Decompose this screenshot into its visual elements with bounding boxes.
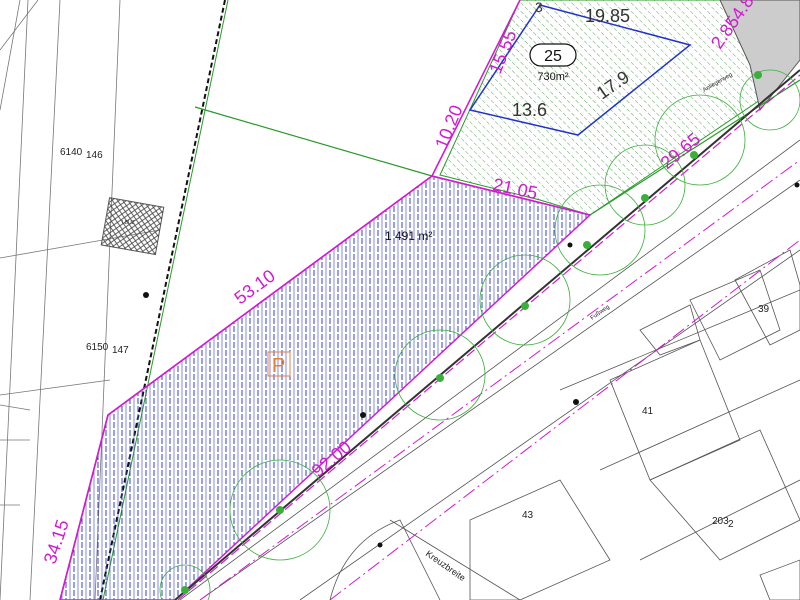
parcel-6140: 6140: [60, 147, 83, 158]
parking-area-value: 1 491 m²: [385, 229, 432, 243]
parcel-203: 203: [712, 516, 729, 527]
footpath-label: Fußweg: [590, 304, 611, 321]
plot-dim-3: 3: [535, 0, 543, 15]
house-41: 41: [642, 406, 654, 417]
parcel-6150-sub: 147: [112, 345, 129, 356]
hatched-structure: [100, 197, 165, 256]
cadastral-map[interactable]: LBUZ P 25 730m² 19.85 17.9 13.6 3 1 491 …: [0, 0, 800, 600]
parking-symbol: P: [272, 355, 285, 377]
parcel-203-sub: 2: [728, 519, 734, 530]
house-outlines: [469, 249, 800, 600]
house-39: 39: [758, 304, 770, 315]
hatched-label: LBUZ: [122, 220, 135, 226]
parcel-6140-sub: 146: [86, 150, 103, 161]
plot-dim-19: 19.85: [585, 6, 630, 26]
plot-area: 730m²: [537, 71, 569, 83]
parcel-6150: 6150: [86, 342, 109, 353]
green-boundary-1: [194, 106, 433, 177]
plot-number: 25: [544, 48, 562, 65]
house-43: 43: [522, 510, 534, 521]
street-kreuzbreite: Kreuzbreite: [424, 548, 467, 583]
plot-dim-13: 13.6: [512, 100, 547, 120]
dim-34-15: 34.15: [40, 517, 73, 566]
